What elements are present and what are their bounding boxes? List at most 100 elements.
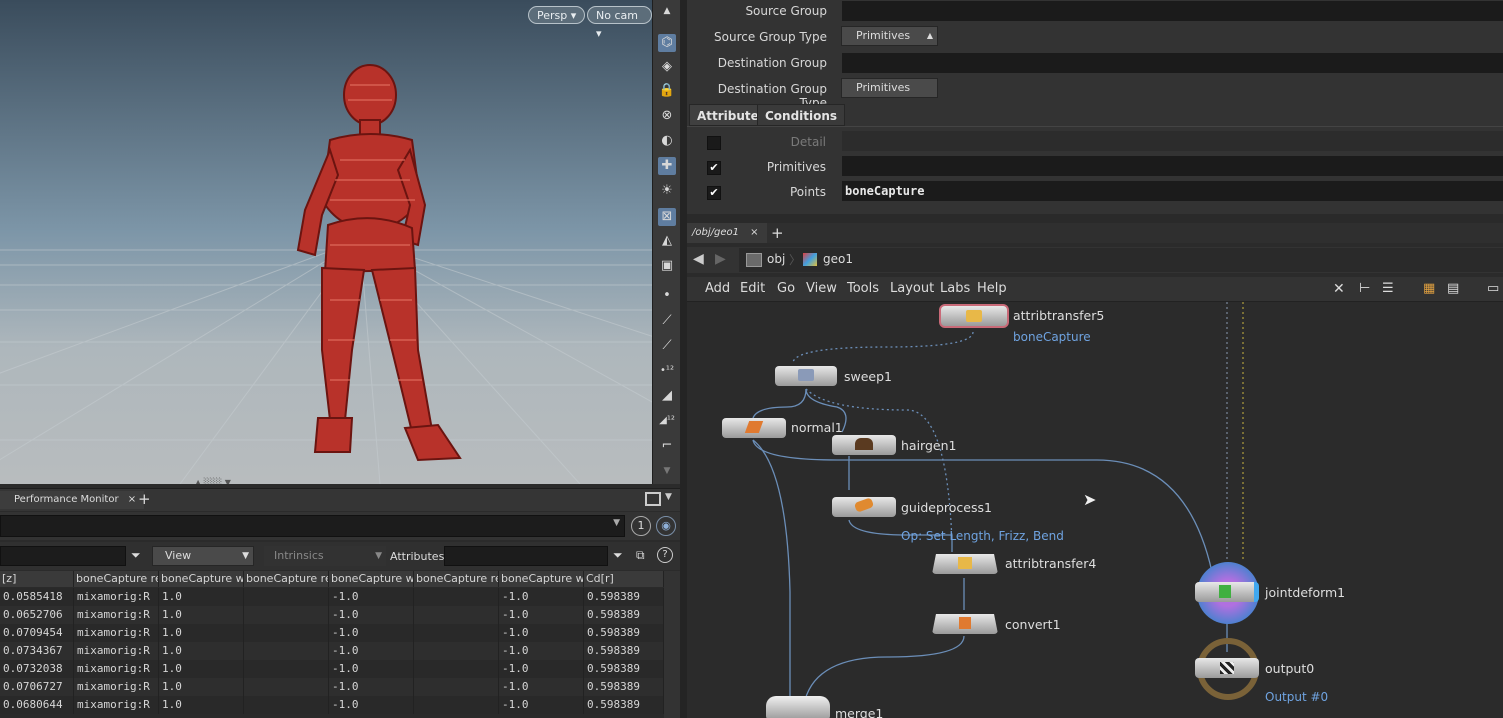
help-icon[interactable]: ? — [657, 547, 673, 563]
attribute-filter-icon[interactable]: ⏷ — [613, 548, 623, 563]
table-cell[interactable] — [414, 678, 499, 696]
column-options-icon[interactable]: ⧉ — [636, 548, 645, 563]
lock-icon[interactable]: 🔒 — [658, 82, 676, 100]
vertex-normal-icon[interactable]: ⟋ — [658, 337, 676, 355]
column-header[interactable]: boneCapture re — [74, 571, 159, 587]
breadcrumb-obj[interactable]: obj — [767, 252, 785, 266]
table-cell[interactable]: 0.0680644 — [0, 696, 74, 714]
table-cell[interactable] — [244, 588, 329, 606]
path-dropdown-icon[interactable]: ▼ — [613, 518, 620, 528]
prim-number-icon[interactable]: ◢¹² — [658, 412, 676, 430]
table-cell[interactable]: -1.0 — [499, 606, 584, 624]
table-cell[interactable] — [414, 624, 499, 642]
xray-icon[interactable]: ⊗ — [658, 107, 676, 125]
table-cell[interactable]: -1.0 — [499, 642, 584, 660]
table-cell[interactable]: 0.0709454 — [0, 624, 74, 642]
destination-group-type-dropdown[interactable]: Primitives — [841, 78, 938, 98]
table-cell[interactable]: 0.598389 — [584, 660, 664, 678]
table-cell[interactable]: mixamorig:R — [74, 678, 159, 696]
points-field[interactable]: boneCapture — [842, 181, 1503, 201]
table-cell[interactable]: 0.0706727 — [0, 678, 74, 696]
profile-icon[interactable]: ⌐ — [658, 437, 676, 455]
table-cell[interactable]: -1.0 — [499, 588, 584, 606]
source-group-field[interactable] — [842, 1, 1503, 21]
table-cell[interactable] — [414, 588, 499, 606]
node-convert1[interactable] — [932, 614, 998, 634]
node-attribtransfer5[interactable] — [939, 304, 1009, 328]
table-cell[interactable]: mixamorig:R — [74, 642, 159, 660]
table-cell[interactable]: -1.0 — [329, 660, 414, 678]
menu-help[interactable]: Help — [977, 277, 1007, 301]
table-cell[interactable]: mixamorig:R — [74, 624, 159, 642]
table-cell[interactable]: 0.598389 — [584, 606, 664, 624]
table-cell[interactable]: -1.0 — [499, 678, 584, 696]
menu-tools[interactable]: Tools — [847, 277, 879, 301]
link-icon[interactable]: ◉ — [656, 516, 676, 536]
pane-splitter[interactable] — [687, 214, 1503, 223]
table-cell[interactable]: -1.0 — [329, 588, 414, 606]
table-cell[interactable] — [244, 696, 329, 714]
shading-icon[interactable]: ◐ — [658, 132, 676, 150]
light-icon[interactable]: ✚ — [658, 157, 676, 175]
node-jointdeform1[interactable] — [1195, 582, 1259, 602]
column-header[interactable]: [z] — [0, 571, 74, 587]
tree-view-icon[interactable]: ⊢ — [1359, 281, 1370, 296]
menu-go[interactable]: Go — [777, 277, 795, 301]
table-cell[interactable]: 1.0 — [159, 660, 244, 678]
table-cell[interactable]: 0.0652706 — [0, 606, 74, 624]
column-header[interactable]: boneCapture re — [414, 571, 499, 587]
point-number-icon[interactable]: •¹² — [658, 362, 676, 380]
list-view-icon[interactable]: ☰ — [1382, 281, 1394, 296]
wrench-icon[interactable]: ✕ — [1333, 281, 1345, 297]
palette-icon[interactable]: ▦ — [1423, 281, 1435, 296]
table-cell[interactable]: mixamorig:R — [74, 588, 159, 606]
node-guideprocess1[interactable] — [832, 497, 896, 517]
table-cell[interactable] — [414, 696, 499, 714]
table-cell[interactable]: mixamorig:R — [74, 606, 159, 624]
table-cell[interactable]: -1.0 — [329, 642, 414, 660]
table-cell[interactable]: 0.598389 — [584, 696, 664, 714]
scroll-down-icon[interactable]: ▼ — [658, 462, 676, 480]
pane-menu-chevron-icon[interactable]: ▼ — [665, 492, 672, 502]
table-cell[interactable] — [244, 678, 329, 696]
pane-layout-icon[interactable] — [645, 492, 661, 506]
node-attribtransfer4[interactable] — [932, 554, 998, 574]
table-cell[interactable] — [414, 660, 499, 678]
detail-field[interactable] — [842, 131, 1503, 151]
node-output0[interactable] — [1195, 658, 1259, 678]
table-cell[interactable]: -1.0 — [499, 660, 584, 678]
view-dropdown[interactable]: View ▼ — [152, 546, 254, 566]
table-cell[interactable]: 1.0 — [159, 678, 244, 696]
menu-view[interactable]: View — [806, 277, 837, 301]
table-cell[interactable] — [414, 642, 499, 660]
table-cell[interactable]: -1.0 — [329, 696, 414, 714]
snapshot-icon[interactable]: ▣ — [658, 257, 676, 275]
pane-options-icon[interactable]: ▭ — [1487, 281, 1499, 296]
table-cell[interactable]: 1.0 — [159, 642, 244, 660]
table-cell[interactable]: 1.0 — [159, 606, 244, 624]
scroll-up-icon[interactable]: ▲ — [658, 2, 676, 20]
table-cell[interactable]: -1.0 — [329, 624, 414, 642]
destination-group-field[interactable] — [842, 53, 1503, 73]
table-cell[interactable]: -1.0 — [499, 624, 584, 642]
pane-divider[interactable] — [680, 0, 687, 718]
wireframe-icon[interactable]: ⊠ — [658, 208, 676, 226]
table-cell[interactable]: -1.0 — [499, 696, 584, 714]
table-cell[interactable]: 1.0 — [159, 696, 244, 714]
attributes-filter-input[interactable] — [444, 546, 608, 566]
menu-layout[interactable]: Layout — [890, 277, 934, 301]
column-header[interactable]: Cd[r] — [584, 571, 664, 587]
tab-conditions[interactable]: Conditions — [757, 104, 846, 126]
viewport-resize-handle[interactable]: ▲ ░░░ ▼ — [195, 478, 235, 484]
column-header[interactable]: boneCapture w[ — [499, 571, 584, 587]
network-canvas[interactable]: attribtransfer5 boneCapture sweep1 norma… — [687, 302, 1503, 718]
table-cell[interactable]: 0.0585418 — [0, 588, 74, 606]
tab-performance-monitor[interactable]: Performance Monitor × — [0, 491, 145, 509]
filter-icon[interactable]: ⏷ — [131, 548, 141, 563]
menu-labs[interactable]: Labs — [940, 277, 970, 301]
headlight-icon[interactable]: ☀ — [658, 182, 676, 200]
menu-edit[interactable]: Edit — [740, 277, 765, 301]
table-cell[interactable]: -1.0 — [329, 678, 414, 696]
menu-add[interactable]: Add — [705, 277, 730, 301]
scene-viewport[interactable]: Persp ▾ No cam ▾ ▲ ░░░ ▼ — [0, 0, 652, 484]
